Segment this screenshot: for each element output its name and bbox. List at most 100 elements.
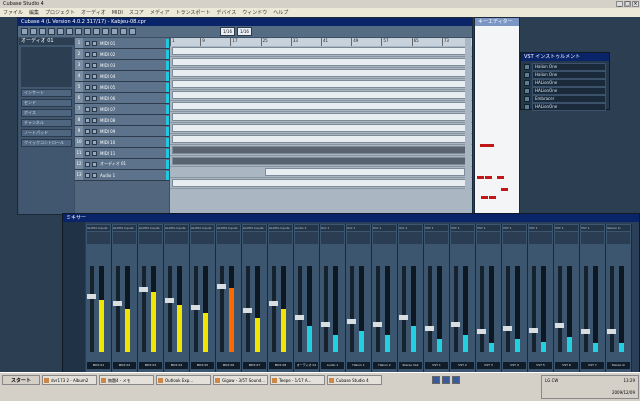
mute-button[interactable] — [85, 84, 90, 90]
channel-name[interactable]: VST 2 — [451, 362, 474, 369]
power-icon[interactable] — [524, 72, 530, 78]
midi-part[interactable] — [172, 91, 468, 99]
mute-button[interactable] — [85, 128, 90, 134]
event-display[interactable] — [170, 46, 472, 214]
volume-fader-track[interactable] — [376, 266, 380, 352]
track-lane[interactable] — [170, 178, 472, 189]
input-routing[interactable]: VST 1 — [581, 225, 604, 231]
erase-icon[interactable] — [102, 28, 109, 35]
volume-fader-track[interactable] — [480, 266, 484, 352]
midi-note[interactable] — [497, 176, 504, 179]
solo-button[interactable] — [92, 128, 97, 134]
input-routing[interactable]: VST 1 — [477, 225, 500, 231]
track-lane[interactable] — [170, 134, 472, 145]
vsti-slot-name[interactable]: Halion One — [532, 63, 606, 71]
insert-slots[interactable] — [139, 232, 162, 244]
track-name[interactable]: MIDI 02 — [100, 52, 166, 57]
midi-part[interactable] — [172, 113, 468, 121]
track-row[interactable]: 8 MIDI 08 — [75, 115, 169, 126]
input-routing[interactable]: VST 1 — [451, 225, 474, 231]
input-routing[interactable]: Stereo In — [607, 225, 630, 231]
midi-part[interactable] — [172, 124, 468, 132]
solo-button[interactable] — [92, 117, 97, 123]
volume-fader-handle[interactable] — [191, 304, 200, 310]
insert-slots[interactable] — [607, 232, 630, 244]
play-icon[interactable] — [129, 28, 136, 35]
menu-item[interactable]: オーディオ — [81, 9, 106, 16]
volume-fader-track[interactable] — [350, 266, 354, 352]
insert-slots[interactable] — [347, 232, 370, 244]
insert-slots[interactable] — [581, 232, 604, 244]
volume-fader-track[interactable] — [428, 266, 432, 352]
mute-button[interactable] — [85, 51, 90, 57]
insert-slots[interactable] — [373, 232, 396, 244]
track-lane[interactable] — [170, 156, 472, 167]
mute-button[interactable] — [85, 150, 90, 156]
close-icon[interactable]: × — [632, 1, 639, 7]
vsti-slot[interactable]: HALionOne — [524, 103, 606, 111]
inspector-settings[interactable] — [21, 47, 72, 87]
midi-part[interactable] — [172, 80, 468, 88]
solo-button[interactable] — [92, 73, 97, 79]
channel-name[interactable]: MIDI 03 — [139, 362, 162, 369]
midi-part[interactable] — [172, 58, 468, 66]
track-row[interactable]: 5 MIDI 05 — [75, 82, 169, 93]
vsti-slot[interactable]: Halion One — [524, 63, 606, 71]
mute-icon[interactable] — [48, 28, 55, 35]
vsti-slot-name[interactable]: Halion One — [532, 71, 606, 79]
volume-fader-handle[interactable] — [451, 322, 460, 327]
volume-fader-handle[interactable] — [555, 323, 564, 329]
insert-slots[interactable] — [113, 232, 136, 244]
insert-slots[interactable] — [191, 232, 214, 244]
draw-icon[interactable] — [120, 28, 127, 35]
solo-button[interactable] — [92, 95, 97, 101]
channel-name[interactable]: MIDI 05 — [191, 362, 214, 369]
solo-button[interactable] — [92, 84, 97, 90]
insert-slots[interactable] — [425, 232, 448, 244]
mute-button[interactable] — [85, 62, 90, 68]
inspector-section[interactable]: インサート — [21, 89, 72, 97]
volume-fader-handle[interactable] — [165, 297, 174, 303]
volume-fader-handle[interactable] — [581, 329, 590, 334]
solo-button[interactable] — [92, 161, 97, 167]
midi-part[interactable] — [172, 102, 468, 110]
solo-button[interactable] — [92, 139, 97, 145]
menu-item[interactable]: ヘルプ — [273, 9, 288, 16]
channel-name[interactable]: MIDI 07 — [243, 362, 266, 369]
vsti-slot-name[interactable]: Embracer — [532, 95, 606, 103]
insert-slots[interactable] — [451, 232, 474, 244]
vsti-slot[interactable]: HALionOne — [524, 79, 606, 87]
mute-button[interactable] — [85, 40, 90, 46]
track-name[interactable]: Audio 1 — [100, 173, 166, 178]
track-name[interactable]: MIDI 05 — [100, 85, 166, 90]
solo-button[interactable] — [92, 40, 97, 46]
power-icon[interactable] — [524, 104, 530, 110]
volume-fader-track[interactable] — [454, 266, 458, 352]
input-routing[interactable]: Out 1 — [321, 225, 344, 231]
track-row[interactable]: 7 MIDI 07 — [75, 104, 169, 115]
midi-part[interactable] — [172, 179, 468, 187]
inspector-section[interactable]: センド — [21, 99, 72, 107]
track-row[interactable]: 2 MIDI 02 — [75, 49, 169, 60]
solo-icon[interactable] — [57, 28, 64, 35]
channel-name[interactable]: VST 1 — [425, 362, 448, 369]
mute-button[interactable] — [85, 161, 90, 167]
track-name[interactable]: MIDI 09 — [100, 129, 166, 134]
track-row[interactable]: 12 オーディオ 01 — [75, 159, 169, 170]
inspector-track-name[interactable]: オーディオ 01 — [19, 38, 74, 45]
volume-fader-handle[interactable] — [139, 287, 148, 292]
menu-item[interactable]: MIDI — [112, 10, 123, 16]
volume-fader-handle[interactable] — [529, 327, 538, 333]
volume-fader-handle[interactable] — [373, 322, 382, 327]
channel-name[interactable]: Stereo In — [607, 362, 630, 369]
input-routing[interactable]: VST 1 — [529, 225, 552, 231]
vsti-slot[interactable]: Embracer — [524, 95, 606, 103]
vsti-titlebar[interactable]: VST インストゥルメント — [521, 53, 609, 61]
volume-fader-handle[interactable] — [425, 325, 434, 331]
channel-name[interactable]: VST 7 — [581, 362, 604, 369]
mute-button[interactable] — [85, 106, 90, 112]
track-row[interactable]: 11 MIDI 11 — [75, 148, 169, 159]
menu-item[interactable]: スコア — [129, 9, 144, 16]
track-lane[interactable] — [170, 90, 472, 101]
channel-name[interactable]: Halion 2 — [373, 362, 396, 369]
